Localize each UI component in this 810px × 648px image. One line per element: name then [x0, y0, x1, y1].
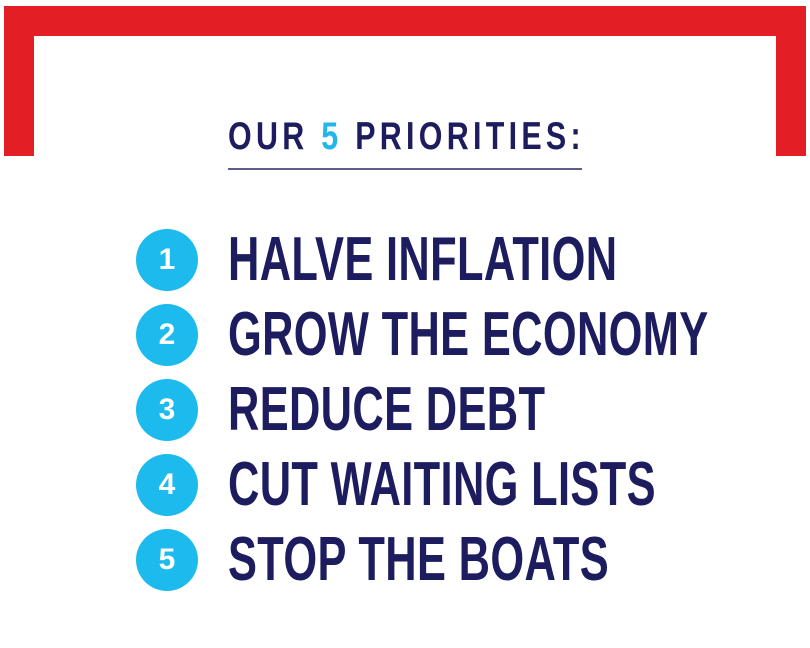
priority-label: GROW THE ECONOMY — [228, 299, 709, 369]
list-item: 3 REDUCE DEBT — [136, 372, 796, 447]
heading-text: OUR 5 PRIORITIES: — [228, 112, 581, 162]
number-badge: 4 — [136, 453, 198, 516]
list-item: 1 HALVE INFLATION — [136, 222, 796, 297]
heading-suffix: PRIORITIES: — [355, 115, 585, 158]
number-badge: 5 — [136, 528, 198, 591]
priority-label: STOP THE BOATS — [228, 524, 610, 594]
list-item: 4 CUT WAITING LISTS — [136, 447, 796, 522]
number-badge: 1 — [136, 228, 198, 291]
priorities-list: 1 HALVE INFLATION 2 GROW THE ECONOMY 3 R… — [136, 222, 796, 597]
heading-number: 5 — [321, 115, 343, 158]
priority-label: REDUCE DEBT — [228, 374, 546, 444]
priority-label: HALVE INFLATION — [228, 224, 618, 294]
priorities-heading: OUR 5 PRIORITIES: — [228, 112, 582, 170]
number-badge: 2 — [136, 303, 198, 366]
priority-label: CUT WAITING LISTS — [228, 449, 656, 519]
heading-prefix: OUR — [228, 115, 309, 158]
list-item: 5 STOP THE BOATS — [136, 522, 796, 597]
list-item: 2 GROW THE ECONOMY — [136, 297, 796, 372]
number-badge: 3 — [136, 378, 198, 441]
